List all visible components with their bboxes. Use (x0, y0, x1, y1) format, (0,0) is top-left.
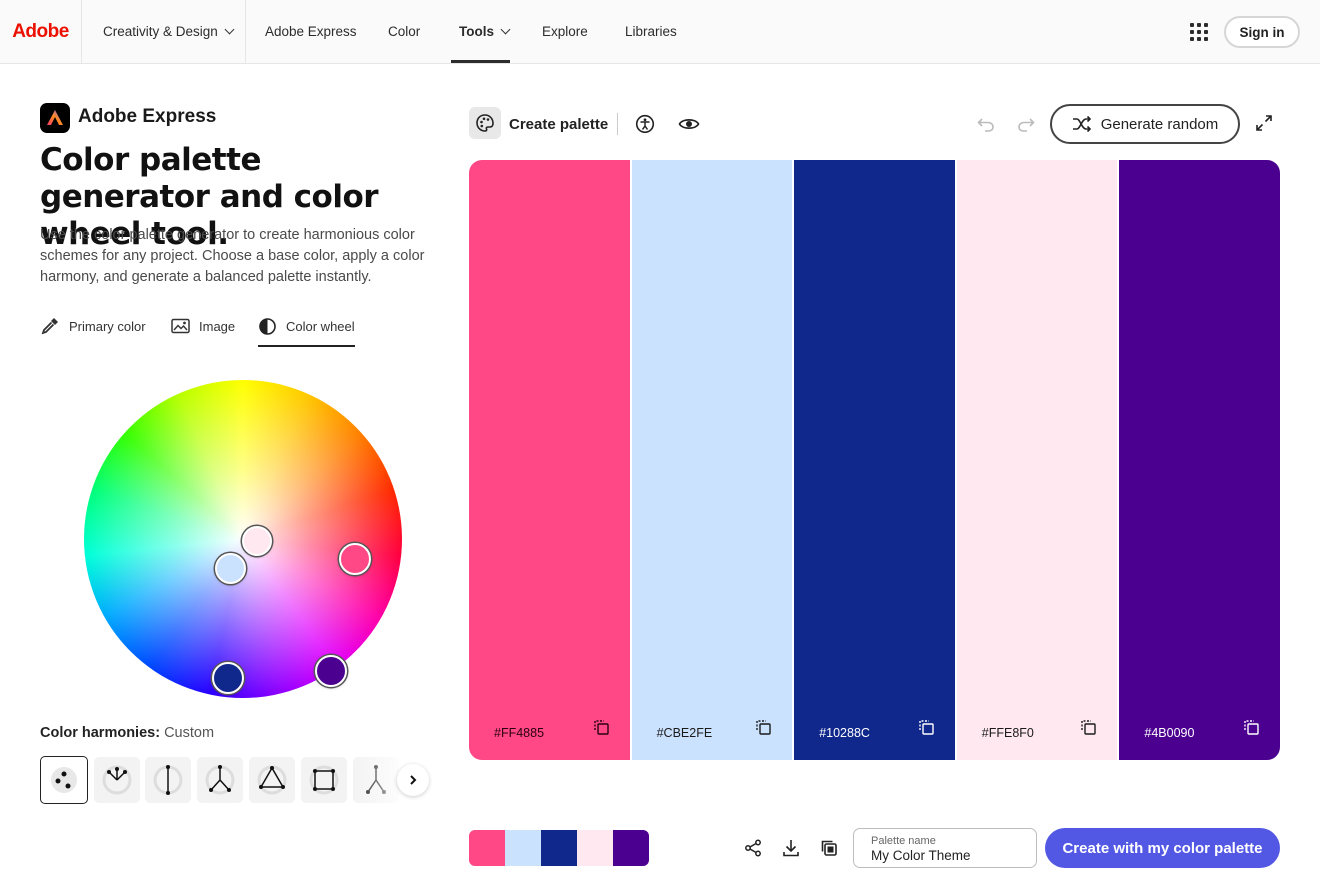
palette-name-label: Palette name (871, 835, 936, 847)
harmony-complementary-icon (153, 765, 183, 795)
download-button[interactable] (780, 837, 802, 859)
palette-name-field[interactable]: Palette name (853, 828, 1037, 868)
fullscreen-button[interactable] (1254, 113, 1274, 133)
harmonies-label: Color harmonies: Custom (40, 725, 215, 741)
wheel-handle-pink[interactable] (339, 543, 371, 575)
redo-button[interactable] (1014, 113, 1038, 135)
copy-icon[interactable] (1243, 719, 1260, 741)
download-icon (783, 840, 799, 857)
wheel-handle-blush[interactable] (242, 526, 272, 556)
shuffle-icon (1072, 115, 1091, 133)
share-button[interactable] (742, 837, 764, 859)
tab-color-wheel[interactable]: Color wheel (258, 312, 355, 340)
wheel-handle-navy[interactable] (212, 662, 244, 694)
adobe-express-logo-icon (40, 103, 70, 133)
image-icon (171, 318, 190, 334)
nav-adobe-express[interactable]: Adobe Express (265, 0, 357, 63)
copy-palette-button[interactable] (818, 837, 840, 859)
chevron-down-icon (224, 24, 235, 35)
accessibility-icon (635, 114, 655, 134)
swatch-hex[interactable]: #10288C (819, 726, 870, 740)
harmony-analogous-button[interactable] (94, 757, 140, 803)
chevron-right-icon (410, 775, 417, 785)
nav-active-indicator (451, 60, 510, 63)
harmony-split-complementary-icon (205, 765, 235, 795)
nav-tools[interactable]: Tools (459, 0, 511, 63)
color-swatch[interactable]: #FF4885 (469, 160, 630, 760)
color-swatch[interactable]: #4B0090 (1119, 160, 1280, 760)
nav-creativity-design[interactable]: Creativity & Design (103, 0, 235, 63)
swatch-hex[interactable]: #FFE8F0 (982, 726, 1034, 740)
copy-icon[interactable] (918, 719, 935, 741)
duplicate-icon (821, 840, 837, 856)
copy-icon[interactable] (593, 719, 610, 741)
mini-swatch (577, 830, 613, 866)
share-icon (745, 839, 761, 857)
harmony-square-button[interactable] (301, 757, 347, 803)
product-name: Adobe Express (78, 106, 217, 127)
harmony-complementary-button[interactable] (145, 757, 191, 803)
harmony-custom-icon (51, 767, 77, 793)
swatch-hex[interactable]: #CBE2FE (657, 726, 713, 740)
harmony-triad-button[interactable] (249, 757, 295, 803)
color-wheel-icon (259, 317, 276, 335)
mini-swatch (505, 830, 541, 866)
mini-swatch (469, 830, 505, 866)
harmonies-value: Custom (164, 725, 215, 741)
undo-icon (977, 118, 994, 132)
color-swatch[interactable]: #10288C (794, 160, 955, 760)
page-description: Use the color palette generator to creat… (40, 227, 425, 285)
undo-button[interactable] (974, 113, 998, 135)
create-palette-label: Create palette (509, 116, 609, 133)
mini-swatch (541, 830, 577, 866)
harmony-split-complementary-button[interactable] (197, 757, 243, 803)
color-palette: #FF4885 #CBE2FE #10288C #FFE8F0 #4B0090 (469, 160, 1280, 760)
top-navigation: Adobe Creativity & Design Adobe Express … (0, 0, 1320, 64)
harmony-analogous-icon (102, 765, 132, 795)
adobe-logo[interactable]: Adobe (0, 0, 82, 63)
sign-in-button[interactable]: Sign in (1224, 16, 1300, 48)
create-with-palette-button[interactable]: Create with my color palette (1045, 828, 1280, 868)
wheel-handle-light-blue[interactable] (215, 553, 246, 584)
swatch-hex[interactable]: #4B0090 (1144, 726, 1194, 740)
nav-explore[interactable]: Explore (542, 0, 588, 63)
create-palette-icon[interactable] (469, 107, 501, 139)
eyedropper-icon (41, 318, 58, 335)
copy-icon[interactable] (755, 719, 772, 741)
copy-icon[interactable] (1080, 719, 1097, 741)
palette-icon (476, 114, 494, 132)
tab-primary-color[interactable]: Primary color (40, 312, 146, 340)
color-swatch[interactable]: #CBE2FE (631, 160, 793, 760)
tab-image[interactable]: Image (171, 312, 235, 340)
harmonies-next-button[interactable] (397, 764, 429, 796)
nav-libraries[interactable]: Libraries (625, 0, 677, 63)
color-swatch[interactable]: #FFE8F0 (956, 160, 1118, 760)
app-grid-icon[interactable] (1190, 23, 1208, 41)
palette-preview-strip (469, 830, 649, 866)
mini-swatch (613, 830, 649, 866)
tab-active-indicator (258, 345, 355, 347)
palette-name-input[interactable] (871, 848, 1031, 863)
expand-icon (1256, 115, 1272, 131)
harmony-custom-button[interactable] (40, 756, 88, 804)
harmony-square-icon (309, 765, 339, 795)
eye-icon (678, 119, 700, 129)
generate-random-button[interactable]: Generate random (1050, 104, 1240, 144)
color-blind-preview-button[interactable] (677, 113, 701, 135)
accessibility-button[interactable] (634, 113, 656, 135)
redo-icon (1018, 118, 1035, 132)
chevron-down-icon (500, 24, 511, 35)
harmony-triad-icon (257, 765, 287, 795)
swatch-hex[interactable]: #FF4885 (494, 726, 544, 740)
wheel-handle-purple[interactable] (315, 655, 347, 687)
nav-color[interactable]: Color (388, 0, 420, 63)
